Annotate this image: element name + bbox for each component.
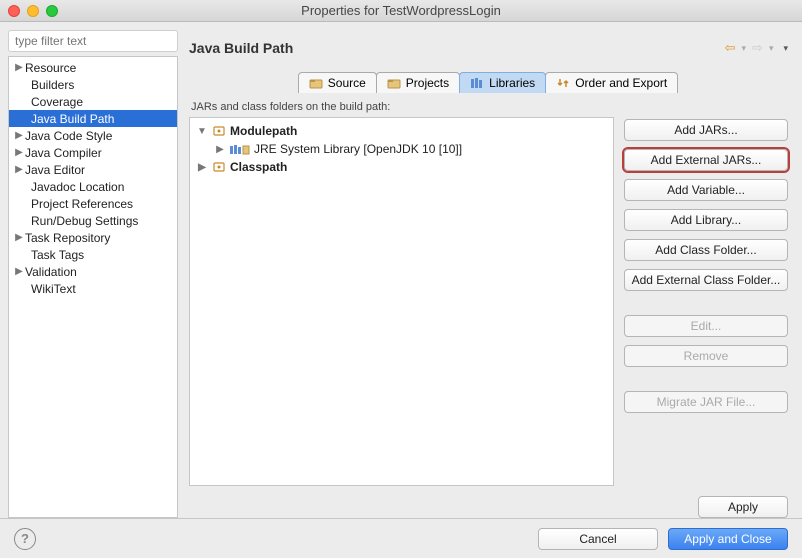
module-icon xyxy=(212,125,226,137)
tab-order-and-export[interactable]: Order and Export xyxy=(545,72,678,93)
sidebar-item-label: Project References xyxy=(31,197,133,211)
zoom-window-icon[interactable] xyxy=(46,5,58,17)
migrate-jar-file-button: Migrate JAR File... xyxy=(624,391,788,413)
sidebar-item-project-references[interactable]: Project References xyxy=(9,195,177,212)
order-icon xyxy=(556,77,570,89)
add-library-button[interactable]: Add Library... xyxy=(624,209,788,231)
apply-button[interactable]: Apply xyxy=(698,496,788,518)
sidebar-item-javadoc-location[interactable]: Javadoc Location xyxy=(9,178,177,195)
sidebar-item-validation[interactable]: ▶Validation xyxy=(9,263,177,280)
filter-input[interactable] xyxy=(8,30,178,52)
classpath-node[interactable]: ▶ Classpath xyxy=(190,158,613,176)
classpath-node[interactable]: ▶ JRE System Library [OpenJDK 10 [10]] xyxy=(190,140,613,158)
page-title: Java Build Path xyxy=(189,40,293,56)
add-jars-button[interactable]: Add JARs... xyxy=(624,119,788,141)
tab-label: Libraries xyxy=(489,76,535,90)
tab-label: Projects xyxy=(406,76,449,90)
add-external-jars-button[interactable]: Add External JARs... xyxy=(624,149,788,171)
disclosure-icon: ▶ xyxy=(13,62,25,73)
nav-back-icon[interactable]: ⇦ xyxy=(725,40,736,56)
classpath-tree[interactable]: ▼ Modulepath ▶ JRE System Library [OpenJDK … xyxy=(189,117,614,486)
sidebar-item-wikitext[interactable]: WikiText xyxy=(9,280,177,297)
sidebar-item-label: Coverage xyxy=(31,95,83,109)
disclosure-icon: ▼ xyxy=(196,126,208,137)
sidebar-item-label: WikiText xyxy=(31,282,76,296)
sidebar-item-java-build-path[interactable]: Java Build Path xyxy=(9,110,177,127)
disclosure-icon: ▶ xyxy=(13,164,25,175)
section-label: JARs and class folders on the build path… xyxy=(191,101,788,113)
tab-libraries[interactable]: Libraries xyxy=(459,72,546,93)
remove-button: Remove xyxy=(624,345,788,367)
tabs: Source Projects Libraries Order and Export xyxy=(189,72,788,93)
disclosure-icon: ▶ xyxy=(13,147,25,158)
disclosure-icon: ▶ xyxy=(196,162,208,173)
edit-button: Edit... xyxy=(624,315,788,337)
disclosure-icon: ▶ xyxy=(13,232,25,243)
menu-icon[interactable]: ▾ xyxy=(783,43,788,54)
dialog-footer: ? Cancel Apply and Close xyxy=(0,518,802,558)
cancel-button[interactable]: Cancel xyxy=(538,528,658,550)
add-class-folder-button[interactable]: Add Class Folder... xyxy=(624,239,788,261)
sidebar-item-label: Task Tags xyxy=(31,248,84,262)
tab-projects[interactable]: Projects xyxy=(376,72,460,93)
classpath-node-label: Modulepath xyxy=(230,124,297,138)
dropdown-icon[interactable]: ▾ xyxy=(769,43,774,54)
window-titlebar: Properties for TestWordpressLogin xyxy=(0,0,802,22)
disclosure-icon: ▶ xyxy=(13,130,25,141)
disclosure-icon: ▶ xyxy=(214,144,226,155)
add-external-class-folder-button[interactable]: Add External Class Folder... xyxy=(624,269,788,291)
classpath-node[interactable]: ▼ Modulepath xyxy=(190,122,613,140)
library-icon xyxy=(470,77,484,89)
add-variable-button[interactable]: Add Variable... xyxy=(624,179,788,201)
page-nav: ⇦ ▾ ⇨ ▾ ▾ xyxy=(725,40,788,56)
properties-page: Java Build Path ⇦ ▾ ⇨ ▾ ▾ Source Projects… xyxy=(183,30,794,518)
sidebar-item-label: Resource xyxy=(25,61,76,75)
sidebar-item-label: Builders xyxy=(31,78,74,92)
traffic-lights xyxy=(8,5,58,17)
sidebar-item-label: Task Repository xyxy=(25,231,110,245)
dropdown-icon[interactable]: ▾ xyxy=(742,43,747,54)
tab-label: Source xyxy=(328,76,366,90)
sidebar-item-coverage[interactable]: Coverage xyxy=(9,93,177,110)
sidebar-item-resource[interactable]: ▶Resource xyxy=(9,59,177,76)
sidebar-item-java-code-style[interactable]: ▶Java Code Style xyxy=(9,127,177,144)
minimize-window-icon[interactable] xyxy=(27,5,39,17)
sidebar-item-label: Validation xyxy=(25,265,77,279)
sidebar-item-label: Run/Debug Settings xyxy=(31,214,138,228)
sidebar-item-label: Java Code Style xyxy=(25,129,112,143)
close-window-icon[interactable] xyxy=(8,5,20,17)
sidebar-item-label: Javadoc Location xyxy=(31,180,124,194)
package-icon xyxy=(387,77,401,89)
apply-and-close-button[interactable]: Apply and Close xyxy=(668,528,788,550)
nav-forward-icon: ⇨ xyxy=(752,40,763,56)
classpath-node-label: Classpath xyxy=(230,160,287,174)
window-title: Properties for TestWordpressLogin xyxy=(0,3,802,18)
sidebar-item-run-debug-settings[interactable]: Run/Debug Settings xyxy=(9,212,177,229)
sidebar-item-task-repository[interactable]: ▶Task Repository xyxy=(9,229,177,246)
library-icon xyxy=(230,143,250,155)
package-icon xyxy=(309,77,323,89)
tab-label: Order and Export xyxy=(575,76,667,90)
sidebar-item-task-tags[interactable]: Task Tags xyxy=(9,246,177,263)
sidebar-item-builders[interactable]: Builders xyxy=(9,76,177,93)
sidebar-item-java-editor[interactable]: ▶Java Editor xyxy=(9,161,177,178)
sidebar-item-label: Java Compiler xyxy=(25,146,102,160)
help-icon[interactable]: ? xyxy=(14,528,36,550)
classpath-node-label: JRE System Library [OpenJDK 10 [10]] xyxy=(254,142,462,156)
category-tree[interactable]: ▶ResourceBuildersCoverageJava Build Path… xyxy=(8,56,178,518)
sidebar-item-java-compiler[interactable]: ▶Java Compiler xyxy=(9,144,177,161)
sidebar-item-label: Java Build Path xyxy=(31,112,114,126)
tab-source[interactable]: Source xyxy=(298,72,377,93)
module-icon xyxy=(212,161,226,173)
disclosure-icon: ▶ xyxy=(13,266,25,277)
sidebar-item-label: Java Editor xyxy=(25,163,85,177)
buttons-column: Add JARs... Add External JARs... Add Varia… xyxy=(624,117,788,486)
sidebar: ▶ResourceBuildersCoverageJava Build Path… xyxy=(8,30,178,518)
